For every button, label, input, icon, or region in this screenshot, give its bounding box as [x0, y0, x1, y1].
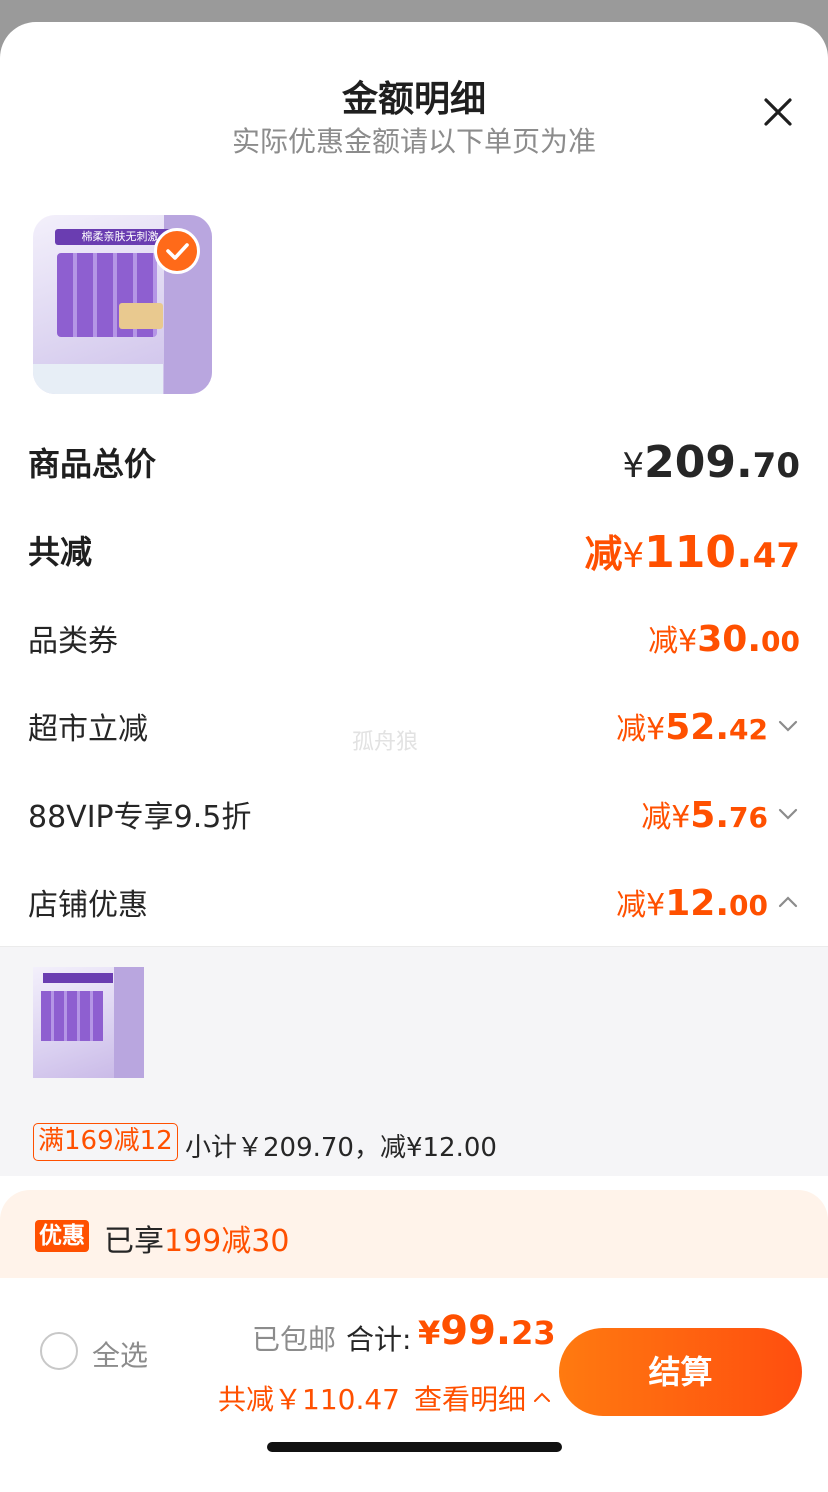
discount-amount: 减 ¥ 52. 42: [616, 704, 800, 748]
total-label: 合计:: [346, 1323, 412, 1356]
total-reduce-amount: 减 ¥ 110. 47: [584, 526, 800, 578]
total-amount: ¥ 99. 23: [418, 1308, 556, 1354]
checkout-button[interactable]: 结算: [559, 1328, 802, 1416]
discount-amount: 减 ¥ 12. 00: [616, 880, 800, 924]
watermark: 孤舟狼: [352, 730, 419, 755]
chevron-up-icon[interactable]: [776, 890, 800, 914]
discount-row-category-coupon: 品类券 减 ¥ 30. 00: [28, 614, 800, 662]
discount-label: 店铺优惠: [28, 888, 148, 923]
view-detail-link[interactable]: 共减￥110.47 查看明细: [218, 1378, 552, 1418]
goods-total-row: 商品总价 ¥ 209. 70: [28, 436, 800, 488]
total-reduce-row: 共减 减 ¥ 110. 47: [28, 526, 800, 578]
chevron-down-icon[interactable]: [776, 802, 800, 826]
discount-amount: 减 ¥ 30. 00: [648, 619, 800, 660]
discount-row-store[interactable]: 店铺优惠 减 ¥ 12. 00: [28, 878, 800, 926]
store-product-thumbnail[interactable]: [33, 967, 144, 1078]
close-icon[interactable]: [758, 92, 798, 132]
shipping-status: 已包邮: [252, 1323, 337, 1356]
chevron-down-icon[interactable]: [776, 714, 800, 738]
discount-row-88vip[interactable]: 88VIP专享9.5折 减 ¥ 5. 76: [28, 790, 800, 838]
discount-label: 超市立减: [28, 712, 148, 747]
store-subtotal: 小计￥209.70，减¥12.00: [185, 1133, 497, 1163]
discount-label: 品类券: [28, 624, 118, 659]
store-discount-tag: 满169减12: [33, 1123, 178, 1161]
discount-label: 88VIP专享9.5折: [28, 800, 252, 835]
discount-amount: 减 ¥ 5. 76: [641, 792, 800, 836]
sheet-title: 金额明细: [341, 79, 486, 120]
view-detail-label: 查看明细: [413, 1383, 526, 1416]
promo-bar: 优惠 已享199减30: [0, 1190, 828, 1290]
store-discount-detail: 满169减12 小计￥209.70，减¥12.00: [0, 946, 828, 1176]
total-reduce-label: 共减: [28, 533, 93, 571]
amount-detail-sheet: 金额明细 实际优惠金额请以下单页为准 棉柔亲肤无刺激 商品总价 ¥ 209. 7…: [0, 22, 828, 1492]
promo-badge: 优惠: [35, 1220, 89, 1252]
promo-text: 已享199减30: [104, 1224, 290, 1259]
select-all-label[interactable]: 全选: [92, 1334, 148, 1374]
goods-total-label: 商品总价: [28, 445, 157, 483]
chevron-up-icon: [534, 1392, 550, 1402]
selected-check-icon[interactable]: [154, 228, 200, 274]
goods-total-amount: ¥ 209. 70: [622, 436, 800, 488]
sheet-subtitle: 实际优惠金额请以下单页为准: [231, 125, 596, 158]
select-all-radio[interactable]: [40, 1332, 78, 1370]
checkout-footer: 全选 已包邮 合计: ¥ 99. 23 共减￥110.47 查看明细 结算: [0, 1278, 828, 1492]
footer-reduce-text: 共减￥110.47: [218, 1383, 400, 1416]
home-indicator[interactable]: [267, 1442, 562, 1452]
